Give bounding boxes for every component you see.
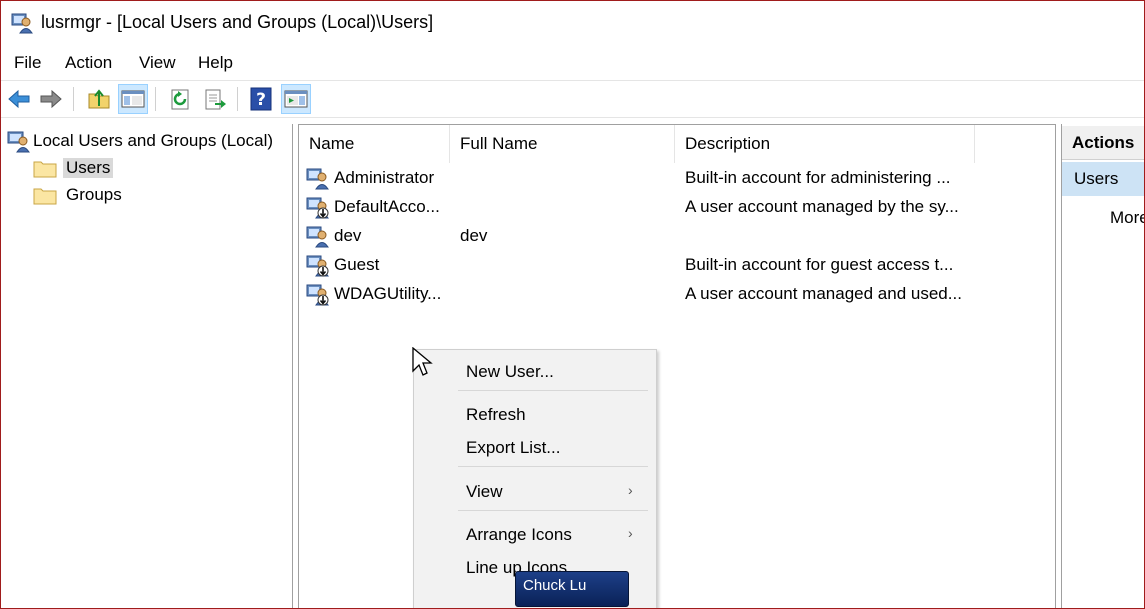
export-list-button[interactable] bbox=[200, 84, 230, 114]
help-icon: ? bbox=[250, 87, 272, 111]
column-header-description[interactable]: Description bbox=[675, 125, 975, 163]
submenu-arrow-icon: › bbox=[628, 482, 633, 498]
back-button[interactable] bbox=[4, 84, 34, 114]
disabled-user-icon bbox=[306, 255, 329, 277]
context-menu: New User... Refresh Export List... View … bbox=[413, 349, 657, 608]
column-name-label: Name bbox=[309, 134, 355, 153]
mouse-cursor-icon bbox=[412, 347, 433, 376]
users-app-icon bbox=[11, 13, 33, 34]
table-row[interactable]: WDAGUtility... A user account managed an… bbox=[299, 280, 1055, 308]
window-title: lusrmgr - [Local Users and Groups (Local… bbox=[41, 12, 434, 32]
user-icon bbox=[306, 168, 329, 190]
refresh-button[interactable] bbox=[166, 84, 196, 114]
menu-file[interactable]: File bbox=[14, 53, 41, 73]
tree-root-label: Local Users and Groups (Local) bbox=[33, 131, 274, 150]
user-full-name: dev bbox=[460, 226, 488, 245]
help-button[interactable]: ? bbox=[246, 84, 276, 114]
toolbar-separator bbox=[237, 87, 238, 111]
show-hide-action-pane-icon bbox=[284, 90, 308, 108]
tree-users-label: Users bbox=[63, 158, 114, 178]
toolbar-separator bbox=[155, 87, 156, 111]
forward-icon bbox=[40, 89, 62, 109]
menu-help[interactable]: Help bbox=[198, 53, 233, 73]
user-icon bbox=[306, 226, 329, 248]
submenu-arrow-icon: › bbox=[628, 525, 633, 541]
column-header-full-name[interactable]: Full Name bbox=[450, 125, 675, 163]
user-description: A user account managed by the sy... bbox=[685, 197, 959, 216]
column-header-name[interactable]: Name bbox=[299, 125, 450, 163]
menu-view[interactable]: View bbox=[139, 53, 176, 73]
forward-button[interactable] bbox=[36, 84, 66, 114]
menu-item-new-user[interactable]: New User... bbox=[466, 362, 554, 382]
tree-node-users[interactable]: Users bbox=[33, 155, 114, 181]
title-bar[interactable]: lusrmgr - [Local Users and Groups (Local… bbox=[1, 1, 1144, 45]
table-row[interactable]: dev dev bbox=[299, 222, 1055, 250]
toolbar: ? bbox=[1, 80, 1144, 118]
computer-users-icon bbox=[7, 131, 30, 153]
toolbar-separator bbox=[73, 87, 74, 111]
user-name: DefaultAcco... bbox=[334, 197, 440, 216]
user-name: Guest bbox=[334, 255, 380, 274]
actions-header: Actions bbox=[1062, 126, 1144, 160]
menu-bar: File Action View Help bbox=[1, 47, 1144, 79]
show-hide-action-pane-button[interactable] bbox=[281, 84, 311, 114]
user-description: A user account managed and used... bbox=[685, 284, 962, 303]
actions-pane: Actions Users More Actions bbox=[1061, 124, 1144, 608]
disabled-user-icon bbox=[306, 284, 329, 306]
tree-node-groups[interactable]: Groups bbox=[33, 182, 125, 208]
user-description: Built-in account for guest access t... bbox=[685, 255, 954, 274]
actions-section-users[interactable]: Users bbox=[1062, 162, 1144, 196]
refresh-icon bbox=[171, 89, 189, 110]
export-list-icon bbox=[205, 89, 226, 110]
menu-item-refresh[interactable]: Refresh bbox=[466, 405, 526, 425]
user-name: WDAGUtility... bbox=[334, 284, 442, 303]
menu-item-view[interactable]: View bbox=[466, 482, 503, 502]
tree-groups-label: Groups bbox=[66, 185, 122, 204]
taskbar-user-tooltip[interactable]: Chuck Lu bbox=[515, 571, 629, 607]
table-row[interactable]: Administrator Built-in account for admin… bbox=[299, 164, 1055, 192]
menu-item-arrange-icons[interactable]: Arrange Icons bbox=[466, 525, 572, 545]
menu-separator bbox=[458, 510, 648, 511]
up-folder-button[interactable] bbox=[84, 84, 114, 114]
menu-item-export-list[interactable]: Export List... bbox=[466, 438, 560, 458]
menu-action[interactable]: Action bbox=[65, 53, 112, 73]
folder-icon bbox=[33, 161, 57, 178]
console-tree: Local Users and Groups (Local) Users Gro… bbox=[1, 124, 293, 608]
table-row[interactable]: DefaultAcco... A user account managed by… bbox=[299, 193, 1055, 221]
show-hide-tree-icon bbox=[121, 90, 145, 108]
user-description: Built-in account for administering ... bbox=[685, 168, 951, 187]
svg-text:?: ? bbox=[256, 90, 266, 110]
column-description-label: Description bbox=[685, 134, 771, 153]
show-hide-tree-button[interactable] bbox=[118, 84, 148, 114]
tree-node-root[interactable]: Local Users and Groups (Local) bbox=[6, 128, 276, 154]
user-name: Administrator bbox=[334, 168, 435, 187]
column-full-name-label: Full Name bbox=[460, 134, 538, 153]
user-name: dev bbox=[334, 226, 362, 245]
folder-icon bbox=[33, 188, 57, 205]
lusrmgr-window: lusrmgr - [Local Users and Groups (Local… bbox=[0, 0, 1145, 609]
more-actions-link[interactable]: More Actions bbox=[1110, 208, 1144, 228]
menu-separator bbox=[458, 390, 648, 391]
table-row[interactable]: Guest Built-in account for guest access … bbox=[299, 251, 1055, 279]
back-icon bbox=[8, 89, 30, 109]
disabled-user-icon bbox=[306, 197, 329, 219]
menu-separator bbox=[458, 466, 648, 467]
up-folder-icon bbox=[88, 89, 110, 109]
